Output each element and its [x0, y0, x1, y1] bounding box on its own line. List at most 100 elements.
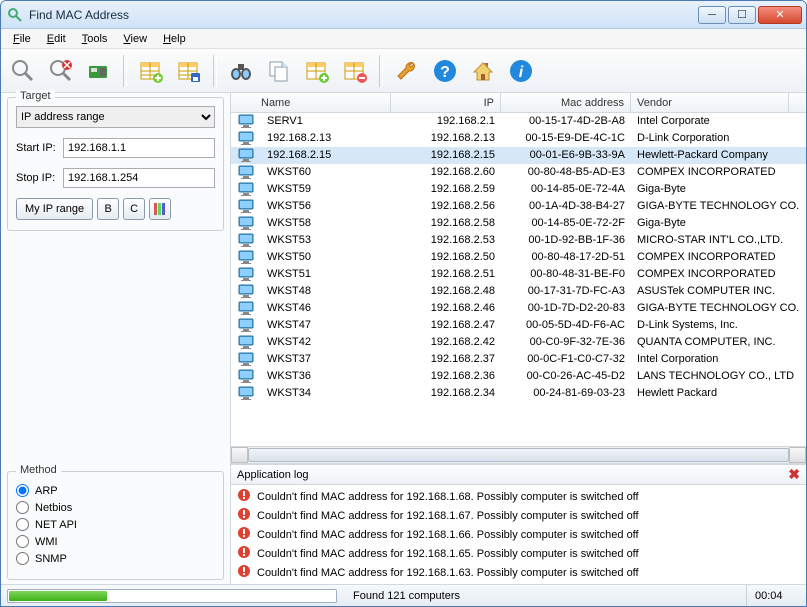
method-option-snmp[interactable]: SNMP [16, 552, 215, 565]
horizontal-scrollbar[interactable] [231, 446, 806, 463]
toolbar-table-plus-icon[interactable] [301, 55, 333, 87]
class-c-button[interactable]: C [123, 198, 145, 220]
log-text: Couldn't find MAC address for 192.168.1.… [257, 548, 639, 560]
cell-vendor: LANS TECHNOLOGY CO., LTD [631, 370, 806, 382]
table-row[interactable]: WKST42192.168.2.4200-C0-9F-32-7E-36QUANT… [231, 334, 806, 351]
method-option-net-api[interactable]: NET API [16, 518, 215, 531]
stop-ip-label: Stop IP: [16, 172, 57, 184]
cell-vendor: Intel Corporate [631, 115, 806, 127]
table-row[interactable]: WKST46192.168.2.4600-1D-7D-D2-20-83GIGA-… [231, 300, 806, 317]
class-b-button[interactable]: B [97, 198, 119, 220]
table-row[interactable]: SERV1192.168.2.100-15-17-4D-2B-A8Intel C… [231, 113, 806, 130]
menubar: File Edit Tools View Help [1, 29, 806, 49]
toolbar-binoculars-icon[interactable] [225, 55, 257, 87]
stop-ip-input[interactable] [63, 168, 215, 188]
table-row[interactable]: WKST47192.168.2.4700-05-5D-4D-F6-ACD-Lin… [231, 317, 806, 334]
close-button[interactable]: ✕ [758, 6, 802, 24]
status-message: Found 121 computers [343, 590, 746, 602]
col-ip[interactable]: IP [391, 93, 501, 112]
log-entry[interactable]: Couldn't find MAC address for 192.168.1.… [233, 563, 804, 582]
log-entry[interactable]: Couldn't find MAC address for 192.168.1.… [233, 544, 804, 563]
start-ip-input[interactable] [63, 138, 215, 158]
table-row[interactable]: WKST36192.168.2.3600-C0-26-AC-45-D2LANS … [231, 368, 806, 385]
cell-vendor: QUANTA COMPUTER, INC. [631, 336, 806, 348]
minimize-button[interactable]: ─ [698, 6, 726, 24]
log-text: Couldn't find MAC address for 192.168.1.… [257, 567, 639, 579]
table-row[interactable]: WKST37192.168.2.3700-0C-F1-C0-C7-32Intel… [231, 351, 806, 368]
cell-name: WKST37 [261, 353, 391, 365]
menu-view[interactable]: View [117, 31, 153, 47]
error-icon [237, 564, 251, 581]
method-group-label: Method [16, 464, 61, 476]
toolbar-table-minus-icon[interactable] [339, 55, 371, 87]
cell-vendor: GIGA-BYTE TECHNOLOGY CO. [631, 200, 806, 212]
menu-edit[interactable]: Edit [41, 31, 72, 47]
log-entry[interactable]: Couldn't find MAC address for 192.168.1.… [233, 525, 804, 544]
cell-vendor: D-Link Corporation [631, 132, 806, 144]
table-row[interactable]: WKST51192.168.2.5100-80-48-31-BE-F0COMPE… [231, 266, 806, 283]
table-row[interactable]: WKST58192.168.2.5800-14-85-0E-72-2FGiga-… [231, 215, 806, 232]
table-row[interactable]: WKST60192.168.2.6000-80-48-B5-AD-E3COMPE… [231, 164, 806, 181]
target-type-select[interactable]: IP address range [16, 106, 215, 128]
computer-icon [231, 352, 261, 366]
cell-mac: 00-14-85-0E-72-4A [501, 183, 631, 195]
ip-list-button[interactable] [149, 198, 171, 220]
cell-mac: 00-0C-F1-C0-C7-32 [501, 353, 631, 365]
cell-name: WKST42 [261, 336, 391, 348]
col-name[interactable]: Name [231, 93, 391, 112]
maximize-button[interactable]: ☐ [728, 6, 756, 24]
table-row[interactable]: WKST48192.168.2.4800-17-31-7D-FC-A3ASUST… [231, 283, 806, 300]
cell-mac: 00-17-31-7D-FC-A3 [501, 285, 631, 297]
computer-icon [231, 233, 261, 247]
toolbar-nic-icon[interactable] [83, 55, 115, 87]
menu-tools[interactable]: Tools [76, 31, 114, 47]
toolbar-table-save-icon[interactable] [173, 55, 205, 87]
cell-name: 192.168.2.15 [261, 149, 391, 161]
svg-text:?: ? [440, 64, 450, 81]
table-row[interactable]: WKST56192.168.2.5600-1A-4D-38-B4-27GIGA-… [231, 198, 806, 215]
table-row[interactable]: 192.168.2.13192.168.2.1300-15-E9-DE-4C-1… [231, 130, 806, 147]
app-icon [7, 7, 23, 23]
method-option-netbios[interactable]: Netbios [16, 501, 215, 514]
left-pane: Target IP address range Start IP: Stop I… [1, 93, 231, 584]
cell-ip: 192.168.2.46 [391, 302, 501, 314]
toolbar-info-icon[interactable]: i [505, 55, 537, 87]
computer-icon [231, 199, 261, 213]
method-option-wmi[interactable]: WMI [16, 535, 215, 548]
log-entry[interactable]: Couldn't find MAC address for 192.168.1.… [233, 506, 804, 525]
cell-vendor: MICRO-STAR INT'L CO.,LTD. [631, 234, 806, 246]
toolbar-search-icon[interactable] [7, 55, 39, 87]
toolbar-home-icon[interactable] [467, 55, 499, 87]
table-row[interactable]: WKST53192.168.2.5300-1D-92-BB-1F-36MICRO… [231, 232, 806, 249]
cell-ip: 192.168.2.42 [391, 336, 501, 348]
cell-ip: 192.168.2.13 [391, 132, 501, 144]
toolbar-copy-icon[interactable] [263, 55, 295, 87]
cell-ip: 192.168.2.56 [391, 200, 501, 212]
table-row[interactable]: 192.168.2.15192.168.2.1500-01-E6-9B-33-9… [231, 147, 806, 164]
method-option-arp[interactable]: ARP [16, 484, 215, 497]
toolbar-stop-search-icon[interactable] [45, 55, 77, 87]
start-ip-label: Start IP: [16, 142, 57, 154]
computer-icon [231, 165, 261, 179]
table-row[interactable]: WKST34192.168.2.3400-24-81-69-03-23Hewle… [231, 385, 806, 402]
menu-help[interactable]: Help [157, 31, 192, 47]
col-vendor[interactable]: Vendor [631, 93, 789, 112]
toolbar-wrench-icon[interactable] [391, 55, 423, 87]
log-entry[interactable]: Couldn't find MAC address for 192.168.1.… [233, 487, 804, 506]
log-body[interactable]: Couldn't find MAC address for 192.168.1.… [231, 485, 806, 584]
error-icon [237, 488, 251, 505]
my-ip-range-button[interactable]: My IP range [16, 198, 93, 220]
log-close-icon[interactable]: ✖ [788, 466, 800, 483]
table-row[interactable]: WKST50192.168.2.5000-80-48-17-2D-51COMPE… [231, 249, 806, 266]
table-row[interactable]: WKST59192.168.2.5900-14-85-0E-72-4AGiga-… [231, 181, 806, 198]
menu-file[interactable]: File [7, 31, 37, 47]
toolbar-table-new-icon[interactable] [135, 55, 167, 87]
computer-icon [231, 369, 261, 383]
table-body[interactable]: SERV1192.168.2.100-15-17-4D-2B-A8Intel C… [231, 113, 806, 446]
col-mac[interactable]: Mac address [501, 93, 631, 112]
toolbar-help-icon[interactable]: ? [429, 55, 461, 87]
target-group-label: Target [16, 90, 55, 102]
computer-icon [231, 131, 261, 145]
cell-ip: 192.168.2.37 [391, 353, 501, 365]
cell-name: WKST46 [261, 302, 391, 314]
